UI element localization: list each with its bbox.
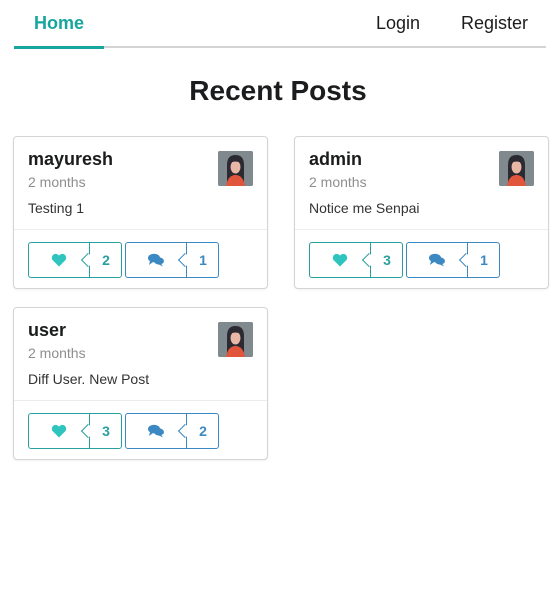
nav-register[interactable]: Register xyxy=(461,0,528,48)
card-content: user 2 months Diff User. New Post xyxy=(14,308,267,401)
comment-button[interactable]: 2 xyxy=(125,413,219,449)
page-title: Recent Posts xyxy=(189,75,367,106)
comment-button[interactable]: 1 xyxy=(125,242,219,278)
nav-home[interactable]: Home xyxy=(14,0,104,49)
post-username[interactable]: user xyxy=(28,320,66,341)
avatar xyxy=(218,151,253,186)
card-content: admin 2 months Notice me Senpai xyxy=(295,137,548,230)
post-card: user 2 months Diff User. New Post 3 2 xyxy=(13,307,268,460)
post-card: mayuresh 2 months Testing 1 2 1 xyxy=(13,136,268,289)
avatar xyxy=(218,322,253,357)
post-time: 2 months xyxy=(28,174,86,190)
post-username[interactable]: mayuresh xyxy=(28,149,113,170)
post-card: admin 2 months Notice me Senpai 3 1 xyxy=(294,136,549,289)
top-menu: Home Login Register xyxy=(14,0,546,49)
post-username[interactable]: admin xyxy=(309,149,362,170)
avatar xyxy=(499,151,534,186)
like-button[interactable]: 3 xyxy=(28,413,122,449)
post-body: Testing 1 xyxy=(28,200,85,216)
post-time: 2 months xyxy=(309,174,367,190)
like-button[interactable]: 2 xyxy=(28,242,122,278)
card-content: mayuresh 2 months Testing 1 xyxy=(14,137,267,230)
nav-login[interactable]: Login xyxy=(376,0,420,48)
comment-button[interactable]: 1 xyxy=(406,242,500,278)
like-button[interactable]: 3 xyxy=(309,242,403,278)
post-body: Diff User. New Post xyxy=(28,371,150,387)
post-body: Notice me Senpai xyxy=(309,200,420,216)
post-time: 2 months xyxy=(28,345,86,361)
